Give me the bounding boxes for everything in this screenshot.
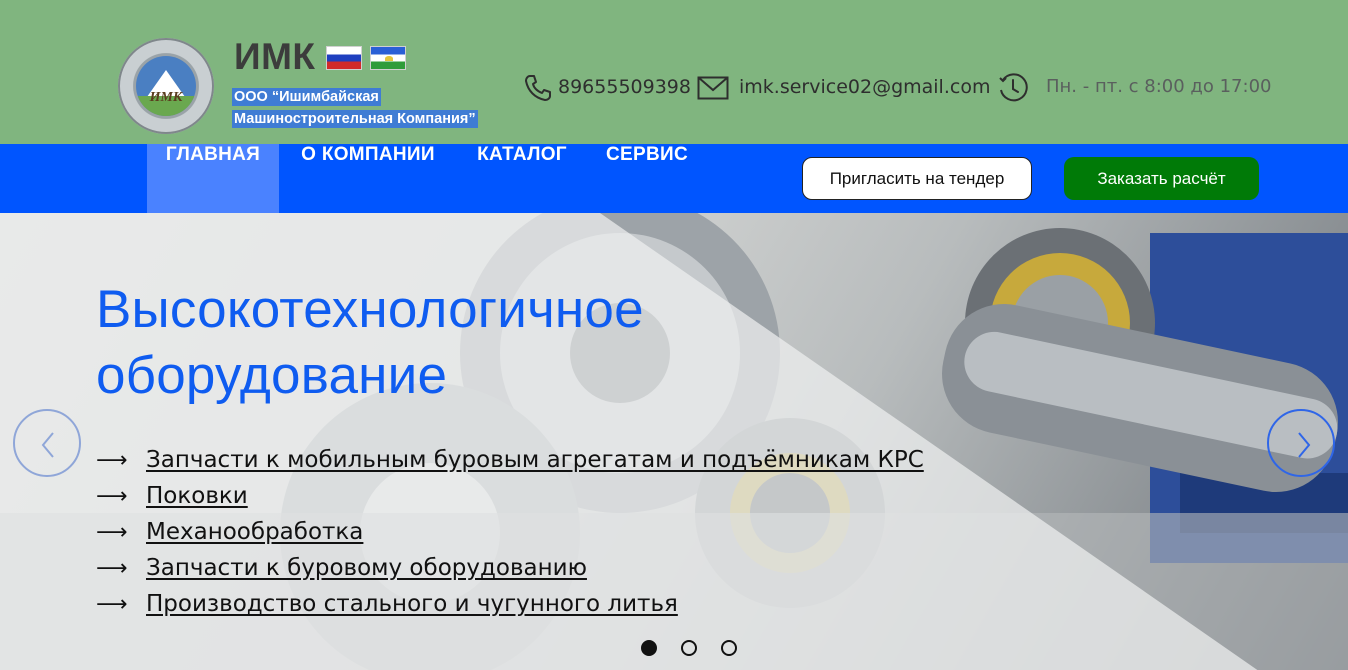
chevron-right-icon bbox=[1298, 432, 1311, 458]
list-item: ⟶ Механообработка bbox=[96, 519, 924, 555]
slider-next-button[interactable] bbox=[1267, 409, 1335, 477]
nav-item-service[interactable]: СЕРВИС bbox=[594, 144, 700, 213]
russia-flag-icon bbox=[326, 46, 362, 70]
slide-dot-1[interactable] bbox=[641, 640, 657, 656]
order-calculation-button[interactable]: Заказать расчёт bbox=[1064, 157, 1259, 200]
email-address[interactable]: imk.service02@gmail.com bbox=[739, 76, 990, 98]
link-drilling-equipment-parts[interactable]: Запчасти к буровому оборудованию bbox=[146, 555, 587, 581]
working-hours: Пн. - пт. с 8:00 до 17:00 bbox=[1046, 76, 1272, 97]
brand-name[interactable]: ИМК bbox=[234, 36, 316, 78]
nav-item-catalog[interactable]: КАТАЛОГ bbox=[464, 144, 580, 213]
mail-icon bbox=[697, 76, 729, 100]
arrow-right-icon: ⟶ bbox=[96, 484, 128, 509]
list-item: ⟶ Производство стального и чугунного лить… bbox=[96, 591, 924, 627]
company-logo[interactable]: ИМК bbox=[118, 38, 214, 134]
slider-prev-button[interactable] bbox=[13, 409, 81, 477]
arrow-right-icon: ⟶ bbox=[96, 448, 128, 473]
list-item: ⟶ Запчасти к мобильным буровым агрегатам … bbox=[96, 447, 924, 483]
company-name-line1: ООО “Ишимбайская bbox=[232, 88, 381, 106]
clock-icon bbox=[999, 73, 1028, 102]
link-forgings[interactable]: Поковки bbox=[146, 483, 248, 509]
arrow-right-icon: ⟶ bbox=[96, 556, 128, 581]
bashkortostan-flag-icon bbox=[370, 46, 406, 70]
company-name-line2: Машиностроительная Компания” bbox=[232, 110, 478, 128]
hero-title-line1: Высокотехнологичное bbox=[96, 280, 644, 339]
link-casting-production[interactable]: Производство стального и чугунного литья bbox=[146, 591, 678, 617]
logo-text: ИМК bbox=[149, 90, 183, 105]
company-full-name: ООО “Ишимбайская Машиностроительная Комп… bbox=[232, 86, 478, 130]
phone-icon bbox=[525, 75, 551, 101]
logo-emblem: ИМК bbox=[136, 56, 196, 116]
arrow-right-icon: ⟶ bbox=[96, 520, 128, 545]
chevron-left-icon bbox=[41, 432, 54, 458]
invite-to-tender-button[interactable]: Пригласить на тендер bbox=[802, 157, 1032, 200]
link-spare-parts-mobile-rigs[interactable]: Запчасти к мобильным буровым агрегатам и… bbox=[146, 447, 924, 473]
nav-item-about[interactable]: О КОМПАНИИ bbox=[286, 144, 450, 213]
list-item: ⟶ Запчасти к буровому оборудованию bbox=[96, 555, 924, 591]
hero-slider: Высокотехнологичное оборудование ⟶ Запчас… bbox=[0, 213, 1348, 670]
slide-dot-2[interactable] bbox=[681, 640, 697, 656]
hero-title: Высокотехнологичное оборудование bbox=[96, 277, 816, 409]
site-header: ИМК ИМК ООО “Ишимбайская Машиностроитель… bbox=[0, 0, 1348, 144]
hero-links-list: ⟶ Запчасти к мобильным буровым агрегатам … bbox=[96, 447, 924, 627]
link-machining[interactable]: Механообработка bbox=[146, 519, 363, 545]
hero-title-line2: оборудование bbox=[96, 346, 448, 405]
nav-item-home[interactable]: ГЛАВНАЯ bbox=[147, 144, 279, 213]
arrow-right-icon: ⟶ bbox=[96, 592, 128, 617]
list-item: ⟶ Поковки bbox=[96, 483, 924, 519]
phone-number[interactable]: 89655509398 bbox=[558, 76, 691, 98]
slide-dot-3[interactable] bbox=[721, 640, 737, 656]
